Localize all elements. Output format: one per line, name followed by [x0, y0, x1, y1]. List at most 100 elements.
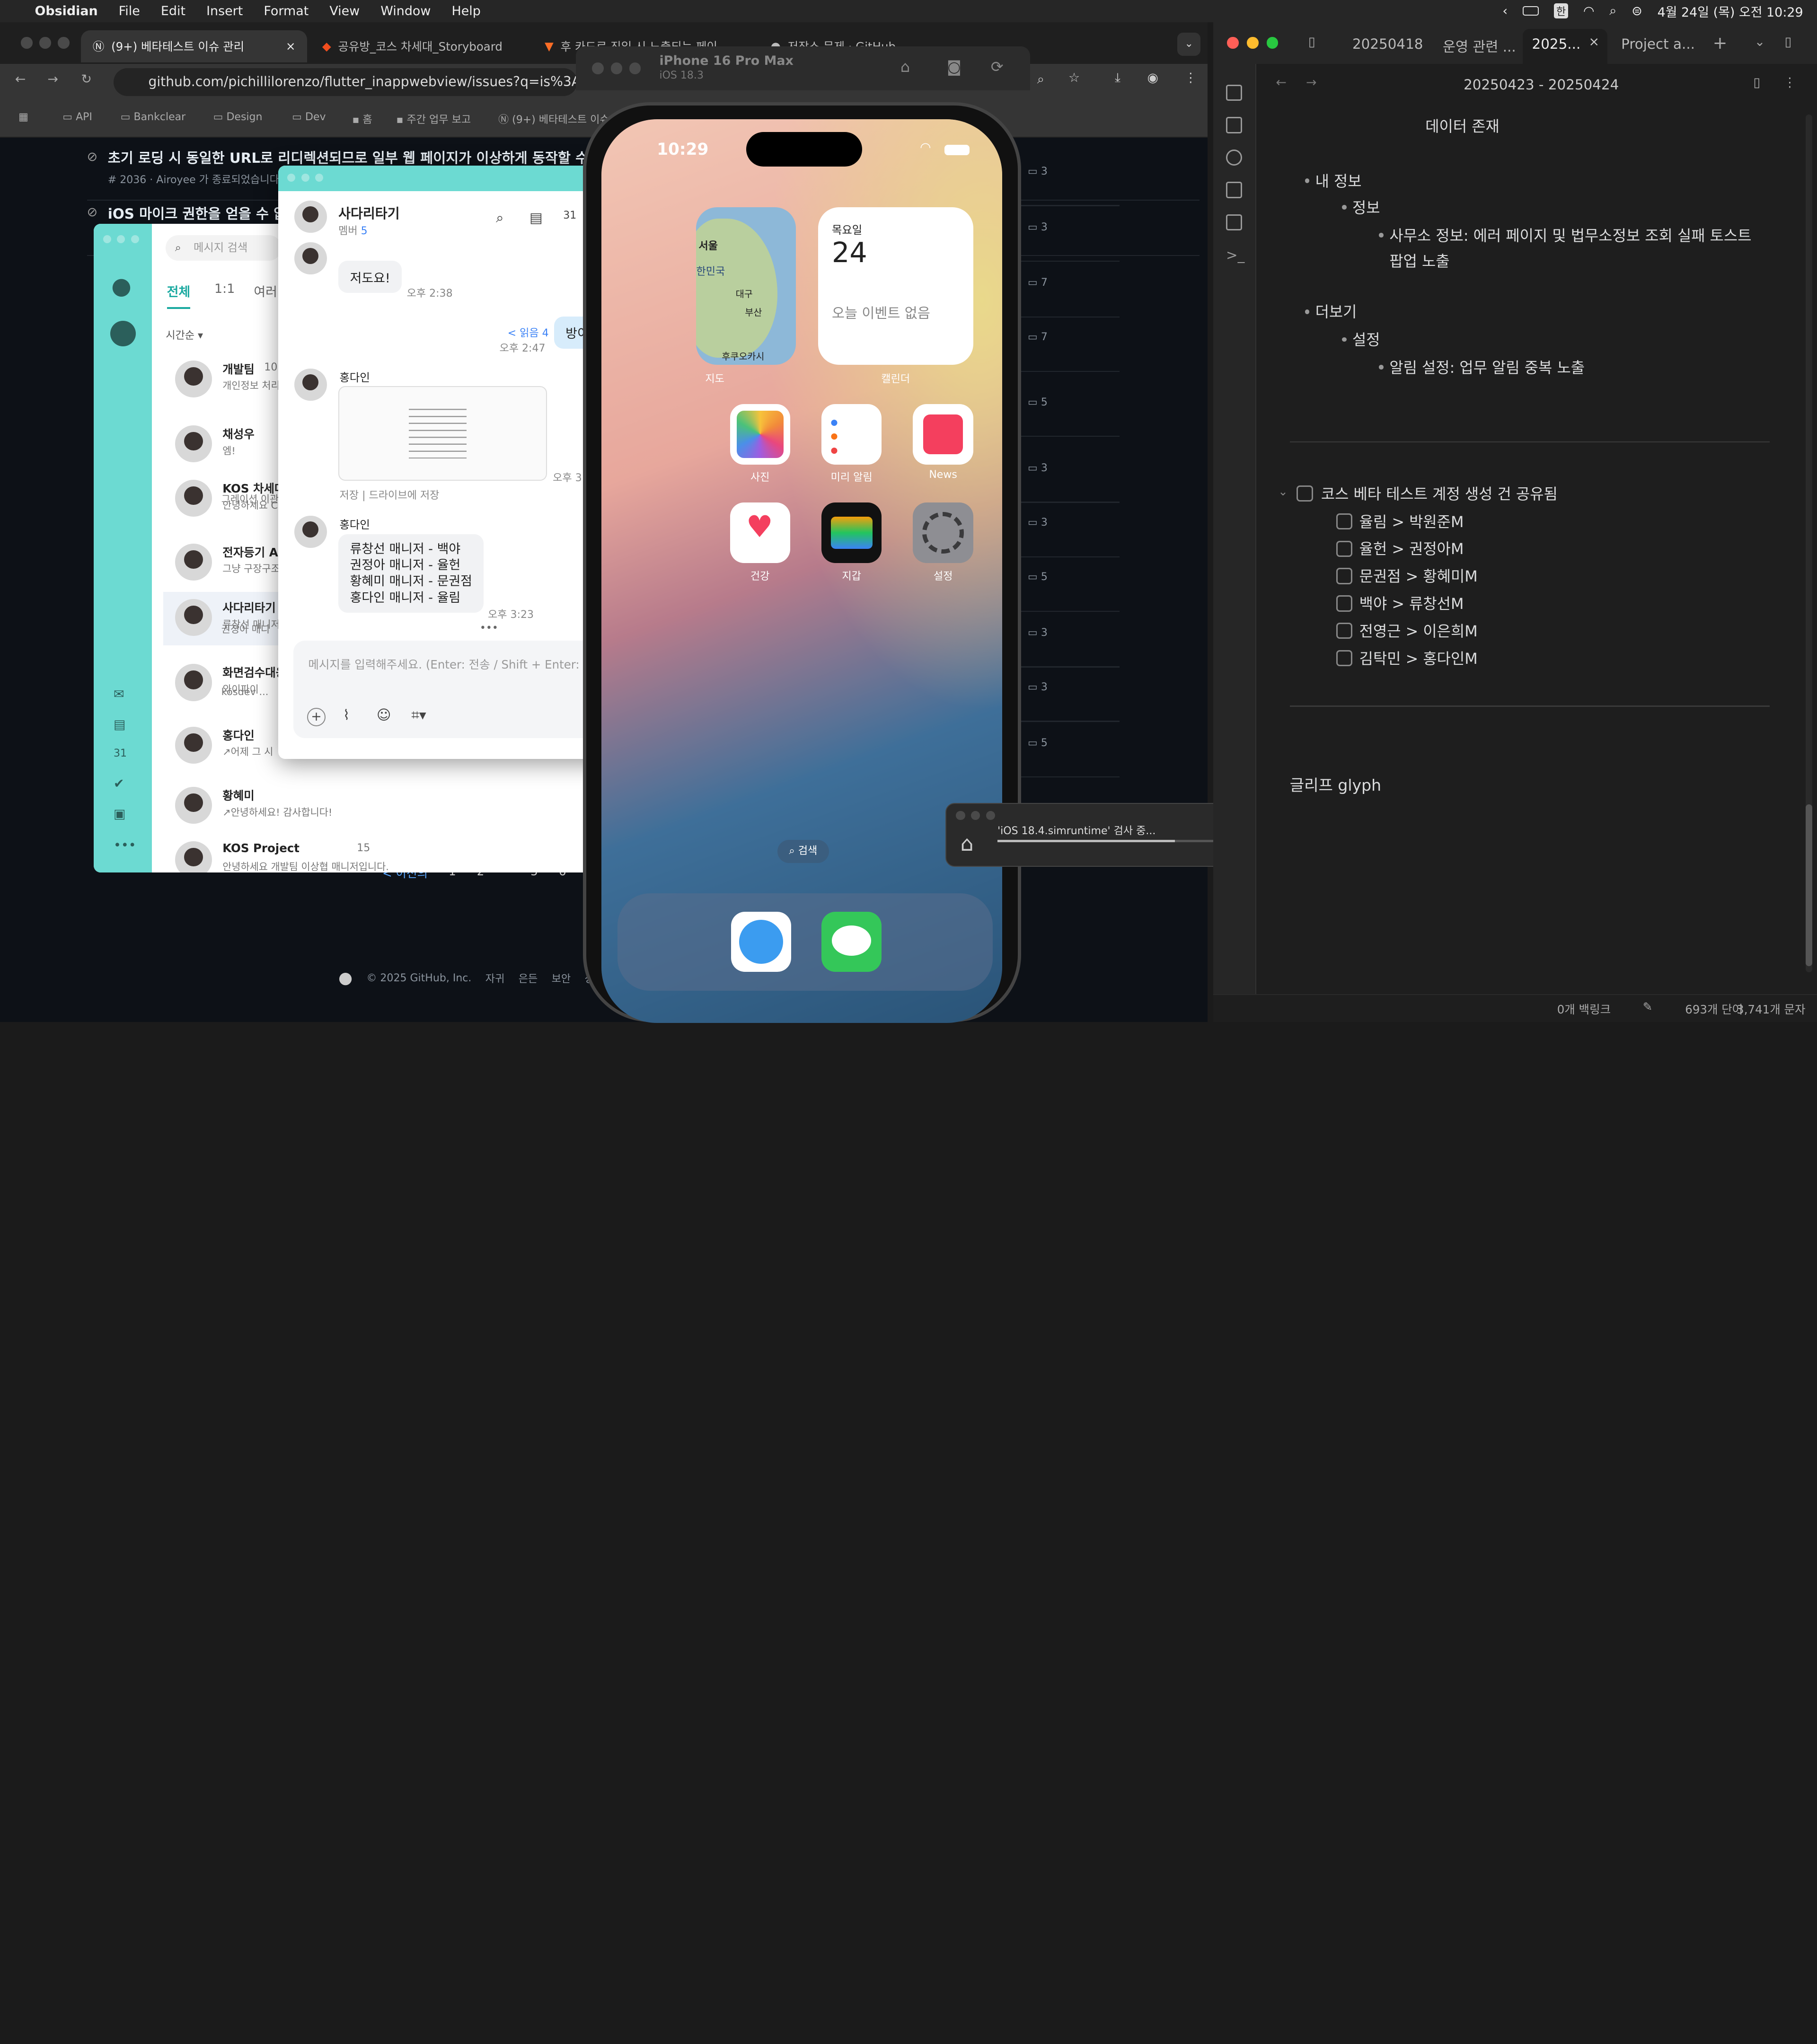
message-search-input[interactable]: ⌕ 메시지 검색 — [166, 235, 282, 261]
note-heading[interactable]: 글리프 glyph — [1290, 773, 1381, 795]
tab-all[interactable]: 전체 — [167, 282, 191, 309]
task-item[interactable]: 율헌 > 권정아M — [1359, 537, 1464, 559]
map-widget[interactable]: 서울 한민국 대구 부산 후쿠오카시 — [696, 207, 796, 365]
reminders-app-icon[interactable]: ● ● ● — [821, 404, 882, 465]
bookmark-folder[interactable]: ▭ Dev — [292, 111, 326, 123]
wifi-icon[interactable]: ◠ — [1583, 4, 1595, 18]
close-icon[interactable]: × — [286, 39, 296, 53]
task-checkbox[interactable] — [1336, 513, 1352, 530]
issue-title[interactable]: 초기 로딩 시 동일한 URL로 리디렉션되므로 일부 웹 페이지가 이상하게 … — [108, 147, 644, 167]
calendar-widget[interactable]: 목요일 24 오늘 이벤트 없음 — [818, 207, 973, 365]
task-item[interactable]: 전영근 > 이은희M — [1359, 619, 1478, 641]
emoji-icon[interactable]: ☺ — [377, 707, 391, 723]
avatar[interactable] — [294, 368, 327, 401]
note-icon[interactable]: ▤ — [529, 210, 543, 226]
menu-insert[interactable]: Insert — [206, 4, 243, 18]
chevron-left-icon[interactable]: ‹ — [1502, 4, 1508, 18]
safari-app-icon[interactable] — [731, 911, 792, 972]
photos-app-icon[interactable] — [730, 404, 790, 465]
note-line[interactable]: 알림 설정: 업무 알림 중복 노출 — [1389, 356, 1585, 378]
reading-view-icon[interactable]: ▯ — [1753, 75, 1760, 90]
settings-app-icon[interactable] — [913, 502, 973, 563]
menu-view[interactable]: View — [329, 4, 360, 18]
menu-file[interactable]: File — [119, 4, 140, 18]
avatar[interactable] — [294, 515, 327, 548]
note-tab[interactable]: 운영 관련 ... — [1443, 36, 1516, 56]
sidebar-toggle-icon[interactable]: ▯ — [1308, 35, 1315, 49]
read-receipt[interactable]: < 읽음 4 — [508, 325, 549, 340]
quick-switcher-icon[interactable] — [1226, 84, 1243, 101]
rotate-icon[interactable]: ⟳ — [991, 58, 1004, 76]
close-icon[interactable]: × — [1589, 35, 1600, 49]
note-line[interactable]: 설정 — [1352, 328, 1380, 350]
bookmark-folder[interactable]: ▭ Bankclear — [121, 111, 186, 123]
task-checkbox[interactable] — [1336, 540, 1352, 557]
close-button[interactable] — [21, 37, 33, 49]
task-item[interactable]: 문권점 > 황혜미M — [1359, 564, 1478, 586]
comment-count[interactable]: ▭ 3 — [1028, 462, 1048, 474]
tab-list-icon[interactable]: ⌄ — [1755, 35, 1765, 49]
reload-icon[interactable]: ↻ — [81, 72, 92, 87]
back-icon[interactable]: ← — [1276, 75, 1287, 90]
screenshot-icon[interactable]: ◙ — [947, 58, 961, 76]
profile-icon[interactable]: ● — [111, 273, 132, 300]
calendar-icon[interactable]: 31 — [114, 748, 127, 759]
spotlight-search-button[interactable]: ⌕ 검색 — [777, 840, 829, 863]
tab-direct[interactable]: 1:1 — [214, 282, 235, 296]
browser-tab[interactable]: Ⓝ (9+) 베타테스트 이슈 관리 × — [81, 30, 307, 63]
task-checkbox[interactable] — [1336, 623, 1352, 639]
plus-icon[interactable]: + — [307, 708, 326, 727]
note-icon[interactable]: ▤ — [114, 717, 125, 732]
bookmark-item[interactable]: ▪ 홈 — [352, 111, 372, 126]
task-item[interactable]: 백야 > 류창선M — [1359, 592, 1464, 614]
zoom-button[interactable] — [629, 62, 641, 74]
right-sidebar-icon[interactable]: ▯ — [1784, 35, 1791, 49]
news-app-icon[interactable] — [913, 404, 973, 465]
footer-link[interactable]: 자귀 — [485, 970, 505, 986]
copy-icon[interactable] — [1226, 214, 1243, 231]
note-tab[interactable]: 20250418 — [1352, 36, 1423, 52]
calendar-icon[interactable]: 31 — [563, 210, 576, 221]
wallet-app-icon[interactable] — [821, 502, 882, 563]
star-icon[interactable]: ☆ — [1068, 70, 1080, 85]
menu-help[interactable]: Help — [451, 4, 480, 18]
comment-count[interactable]: ▭ 7 — [1028, 277, 1048, 289]
note-line[interactable]: 내 정보 — [1315, 169, 1362, 191]
task-item[interactable]: 율림 > 박원준M — [1359, 510, 1464, 532]
edit-icon[interactable]: ✎ — [1643, 1000, 1653, 1013]
task-checkbox[interactable] — [1336, 568, 1352, 584]
close-button[interactable] — [592, 62, 604, 74]
home-icon[interactable]: ⌂ — [900, 58, 910, 76]
comment-count[interactable]: ▭ 3 — [1028, 221, 1048, 233]
control-center-icon[interactable]: ⊜ — [1632, 4, 1642, 18]
scrollbar[interactable] — [1805, 115, 1813, 972]
comment-count[interactable]: ▭ 3 — [1028, 517, 1048, 529]
bookmark-item[interactable]: ▪ 주간 업무 보고 — [397, 111, 471, 126]
comment-count[interactable]: ▭ 5 — [1028, 737, 1048, 749]
comment-count[interactable]: ▭ 5 — [1028, 396, 1048, 408]
zoom-button[interactable] — [1266, 37, 1279, 49]
task-checkbox[interactable] — [1336, 595, 1352, 612]
address-bar[interactable]: github.com/pichillilorenzo/flutter_inapp… — [114, 68, 577, 97]
health-app-icon[interactable]: ♥ — [730, 502, 790, 563]
note-line[interactable]: 정보 — [1352, 196, 1380, 218]
zoom-icon[interactable]: ⌕ — [1037, 72, 1044, 87]
menu-app-name[interactable]: Obsidian — [35, 4, 97, 18]
comment-count[interactable]: ▭ 3 — [1028, 681, 1048, 693]
search-icon[interactable]: ⌕ — [496, 210, 503, 226]
note-line[interactable]: 더보기 — [1315, 300, 1357, 322]
menu-clock[interactable]: 4월 24일 (목) 오전 10:29 — [1658, 2, 1803, 20]
more-icon[interactable]: ⋮ — [1184, 70, 1197, 85]
browser-tab[interactable]: ◆ 공유방_코스 차세대_Storyboard — [310, 30, 530, 63]
menu-edit[interactable]: Edit — [161, 4, 185, 18]
zoom-button[interactable] — [58, 37, 70, 49]
more-icon[interactable]: ••• — [114, 838, 136, 853]
messages-app-icon[interactable] — [821, 911, 882, 972]
clipboard-icon[interactable]: ▣ — [114, 807, 125, 821]
issue-title[interactable]: iOS 마이크 권한을 얻을 수 없습 — [108, 203, 300, 223]
chat-icon[interactable] — [110, 321, 136, 347]
search-icon[interactable]: ⌕ — [1609, 3, 1616, 18]
download-icon[interactable]: ⤓ — [1115, 70, 1120, 86]
profile-icon[interactable]: ◉ — [1147, 70, 1159, 85]
image-actions[interactable]: 저장 | 드라이브에 저장 — [340, 487, 440, 502]
